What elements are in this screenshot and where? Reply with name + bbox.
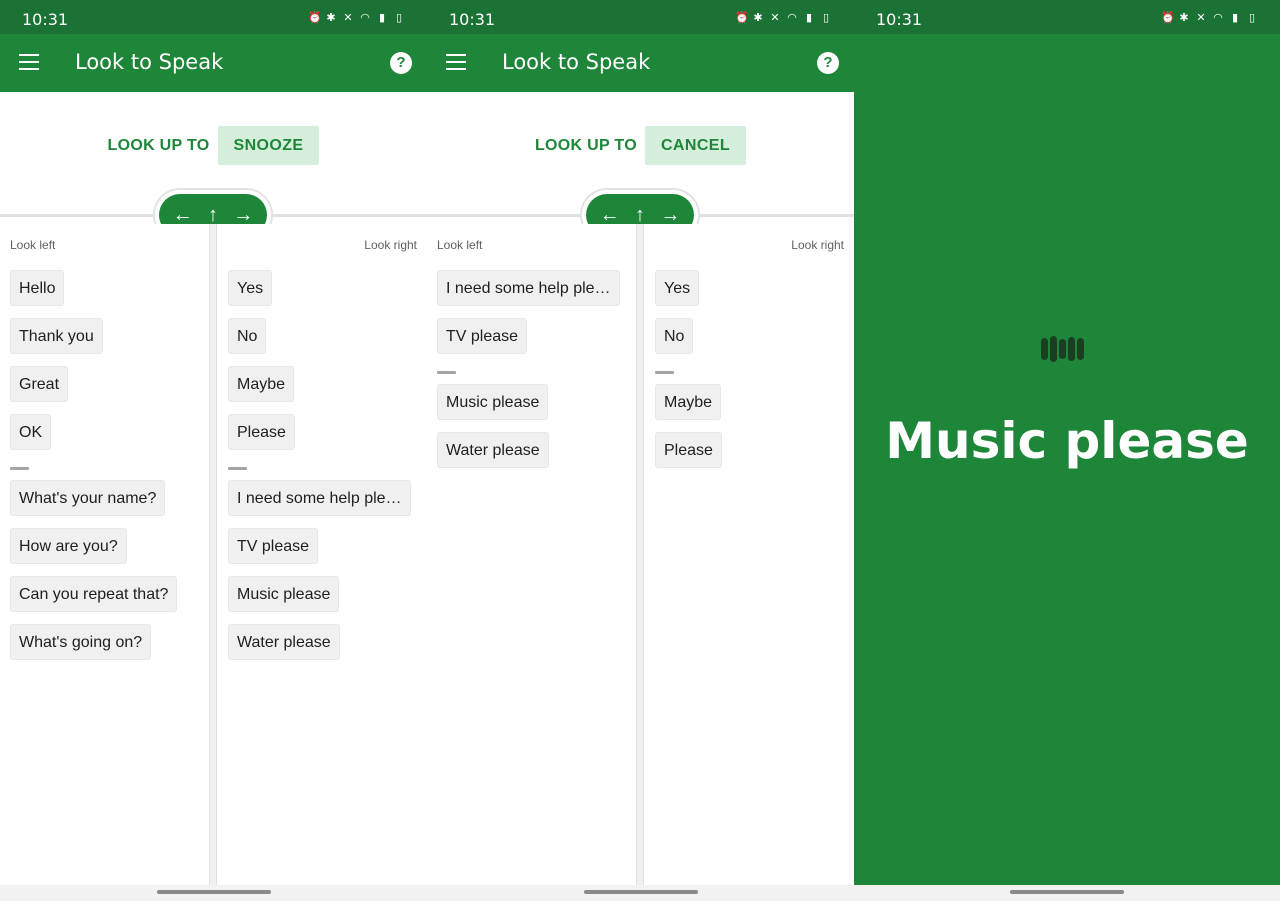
system-nav-bar xyxy=(0,885,427,901)
phrase-button[interactable]: Maybe xyxy=(655,384,722,420)
home-handle[interactable] xyxy=(1010,890,1124,894)
right-column: Look right Yes No Maybe Please I need so… xyxy=(217,224,427,885)
battery-icon: ▯ xyxy=(395,12,403,24)
group-separator xyxy=(655,371,674,374)
look-right-label: Look right xyxy=(791,238,844,252)
look-up-label: LOOK UP TO xyxy=(107,136,210,154)
phrase-button[interactable]: I need some help ple… xyxy=(228,480,411,516)
snooze-button[interactable]: SNOOZE xyxy=(217,126,320,165)
look-left-label: Look left xyxy=(437,238,483,252)
phrase-button[interactable]: Please xyxy=(655,432,722,468)
phrase-button[interactable]: Yes xyxy=(228,270,273,306)
column-divider xyxy=(636,224,644,885)
wifi-icon: ◠ xyxy=(1213,12,1223,24)
alarm-icon: ⏰ xyxy=(1161,12,1175,24)
phrase-button[interactable]: Music please xyxy=(437,384,549,420)
bluetooth-icon: ✱ xyxy=(753,12,763,24)
look-left-label: Look left xyxy=(10,238,56,252)
phrase-button[interactable]: Water please xyxy=(228,624,340,660)
column-divider xyxy=(209,224,217,885)
app-bar: Look to Speak ? xyxy=(0,34,427,92)
phone-screen-1: 10:31 ⏰ ✱ ✕ ◠ ▮ ▯ Look to Speak ? LOOK U… xyxy=(0,0,427,901)
status-time: 10:31 xyxy=(876,10,923,29)
wifi-icon: ◠ xyxy=(787,12,797,24)
phone-screen-3: 10:31 ⏰ ✱ ✕ ◠ ▮ ▯ Music please xyxy=(854,0,1280,901)
spoken-phrase: Music please xyxy=(885,412,1249,470)
wifi-icon: ◠ xyxy=(360,12,370,24)
app-title: Look to Speak xyxy=(502,50,651,74)
left-column: Look left I need some help ple… TV pleas… xyxy=(427,224,636,885)
app-bar: Look to Speak ? xyxy=(427,34,854,92)
status-icons: ⏰ ✱ ✕ ◠ ▮ ▯ xyxy=(1161,12,1258,24)
status-icons: ⏰ ✱ ✕ ◠ ▮ ▯ xyxy=(308,12,405,24)
phrase-button[interactable]: How are you? xyxy=(10,528,127,564)
phrase-button[interactable]: TV please xyxy=(437,318,528,354)
group-separator xyxy=(437,371,456,374)
bluetooth-icon: ✱ xyxy=(326,12,336,24)
mute-icon: ✕ xyxy=(1196,12,1206,24)
left-phrase-list: I need some help ple… TV please Music pl… xyxy=(437,270,630,480)
look-right-label: Look right xyxy=(364,238,417,252)
right-phrase-list: Yes No Maybe Please I need some help ple… xyxy=(228,270,421,672)
phrase-button[interactable]: Great xyxy=(10,366,69,402)
phrase-button[interactable]: Music please xyxy=(228,576,340,612)
home-handle[interactable] xyxy=(156,890,271,894)
status-bar: 10:31 ⏰ ✱ ✕ ◠ ▮ ▯ xyxy=(0,0,427,34)
mute-icon: ✕ xyxy=(770,12,780,24)
group-separator xyxy=(228,467,247,470)
phrase-button[interactable]: Maybe xyxy=(228,366,295,402)
signal-icon: ▮ xyxy=(805,12,813,24)
cancel-button[interactable]: CANCEL xyxy=(644,126,747,165)
main-content: LOOK UP TO SNOOZE ← ↑ → Look left Hello … xyxy=(0,92,427,885)
phone-screen-2: 10:31 ⏰ ✱ ✕ ◠ ▮ ▯ Look to Speak ? LOOK U… xyxy=(427,0,854,901)
main-content: LOOK UP TO CANCEL ← ↑ → Look left I need… xyxy=(427,92,854,885)
app-title: Look to Speak xyxy=(75,50,224,74)
hamburger-menu-icon[interactable] xyxy=(446,54,466,70)
bluetooth-icon: ✱ xyxy=(1179,12,1189,24)
phrase-button[interactable]: OK xyxy=(10,414,52,450)
phrase-button[interactable]: No xyxy=(228,318,267,354)
look-up-prompt: LOOK UP TO CANCEL xyxy=(427,126,854,165)
audio-wave-icon xyxy=(1041,336,1084,362)
battery-icon: ▯ xyxy=(1248,12,1256,24)
phrase-button[interactable]: Can you repeat that? xyxy=(10,576,178,612)
status-time: 10:31 xyxy=(449,10,496,29)
hamburger-menu-icon[interactable] xyxy=(19,54,39,70)
phrase-button[interactable]: What's your name? xyxy=(10,480,166,516)
alarm-icon: ⏰ xyxy=(308,12,322,24)
phrase-button[interactable]: TV please xyxy=(228,528,319,564)
status-bar: 10:31 ⏰ ✱ ✕ ◠ ▮ ▯ xyxy=(854,0,1280,34)
system-nav-bar xyxy=(854,885,1280,901)
phrase-button[interactable]: Yes xyxy=(655,270,700,306)
right-phrase-list: Yes No Maybe Please xyxy=(655,270,848,480)
look-up-label: LOOK UP TO xyxy=(534,136,637,154)
speaking-panel: Music please xyxy=(854,34,1280,885)
home-handle[interactable] xyxy=(583,890,698,894)
phrase-button[interactable]: No xyxy=(655,318,694,354)
left-phrase-list: Hello Thank you Great OK What's your nam… xyxy=(10,270,203,672)
help-icon[interactable]: ? xyxy=(817,52,839,74)
status-bar: 10:31 ⏰ ✱ ✕ ◠ ▮ ▯ xyxy=(427,0,854,34)
phrase-button[interactable]: Hello xyxy=(10,270,65,306)
look-up-prompt: LOOK UP TO SNOOZE xyxy=(0,126,427,165)
phrase-button[interactable]: I need some help ple… xyxy=(437,270,620,306)
status-icons: ⏰ ✱ ✕ ◠ ▮ ▯ xyxy=(735,12,832,24)
phrase-button[interactable]: What's going on? xyxy=(10,624,152,660)
mute-icon: ✕ xyxy=(343,12,353,24)
group-separator xyxy=(10,467,29,470)
battery-icon: ▯ xyxy=(822,12,830,24)
signal-icon: ▮ xyxy=(378,12,386,24)
alarm-icon: ⏰ xyxy=(735,12,749,24)
right-column: Look right Yes No Maybe Please xyxy=(644,224,854,885)
phrase-button[interactable]: Water please xyxy=(437,432,549,468)
status-time: 10:31 xyxy=(22,10,69,29)
system-nav-bar xyxy=(427,885,854,901)
left-column: Look left Hello Thank you Great OK What'… xyxy=(0,224,209,885)
phrase-button[interactable]: Please xyxy=(228,414,295,450)
phrase-button[interactable]: Thank you xyxy=(10,318,103,354)
signal-icon: ▮ xyxy=(1231,12,1239,24)
help-icon[interactable]: ? xyxy=(390,52,412,74)
